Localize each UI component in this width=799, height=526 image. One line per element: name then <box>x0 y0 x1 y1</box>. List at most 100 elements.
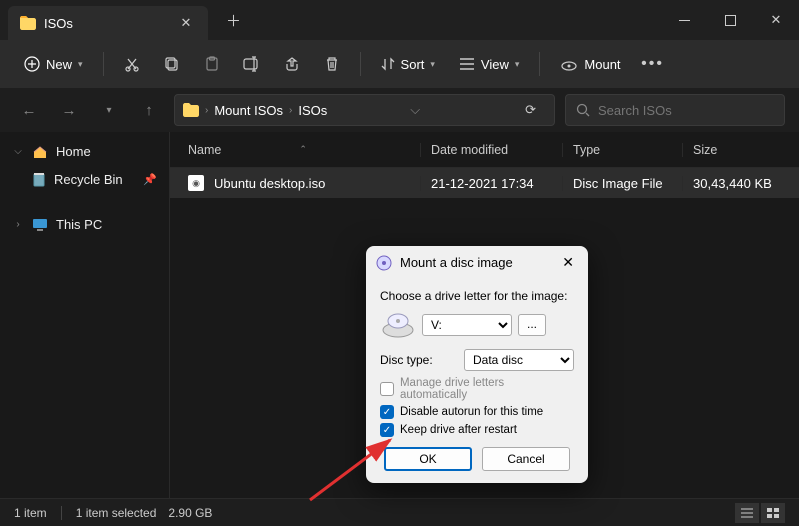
window-tab[interactable]: ISOs ✕ <box>8 6 208 40</box>
mount-button[interactable]: Mount <box>550 51 630 78</box>
sort-label: Sort <box>401 57 425 72</box>
checkbox-label: Disable autorun for this time <box>400 406 543 418</box>
copy-icon <box>164 56 180 72</box>
breadcrumb-item[interactable]: Mount ISOs <box>214 103 283 118</box>
sort-button[interactable]: Sort ▾ <box>371 51 445 78</box>
disc-type-label: Disc type: <box>380 353 433 367</box>
column-size[interactable]: Size <box>682 143 799 157</box>
breadcrumb-item[interactable]: ISOs <box>298 103 327 118</box>
rename-button[interactable] <box>234 46 270 82</box>
checkbox-icon: ✓ <box>380 382 394 396</box>
dialog-body: Choose a drive letter for the image: V: … <box>366 279 588 483</box>
dialog-close-button[interactable]: ✕ <box>558 254 578 271</box>
sidebar: ⌵ Home Recycle Bin 📌 › This PC <box>0 132 170 498</box>
list-icon <box>459 58 475 70</box>
toolbar-divider <box>103 52 104 76</box>
close-tab-button[interactable]: ✕ <box>176 15 196 31</box>
mount-label: Mount <box>584 57 620 72</box>
column-headers: Name⌃ Date modified Type Size <box>170 132 799 168</box>
search-input[interactable] <box>598 103 774 118</box>
recent-chevron[interactable]: ▾ <box>94 95 124 125</box>
sidebar-item-thispc[interactable]: › This PC <box>4 211 165 238</box>
sort-asc-icon: ⌃ <box>299 144 307 155</box>
view-mode-toggles <box>735 503 785 523</box>
file-date: 21-12-2021 17:34 <box>420 176 562 191</box>
sort-icon <box>381 57 395 71</box>
chevron-down-icon: ▾ <box>430 59 435 70</box>
cut-button[interactable] <box>114 46 150 82</box>
share-icon <box>284 56 300 72</box>
browse-button[interactable]: ... <box>518 314 546 336</box>
breadcrumb-dropdown[interactable]: ⌵ <box>410 102 420 118</box>
share-button[interactable] <box>274 46 310 82</box>
breadcrumb-sep: › <box>205 105 208 116</box>
disc-app-icon <box>376 255 392 271</box>
column-type[interactable]: Type <box>562 143 682 157</box>
grid-icon <box>767 508 779 518</box>
window-controls: ✕ <box>661 0 799 40</box>
close-window-button[interactable]: ✕ <box>753 0 799 40</box>
clipboard-icon <box>204 56 220 72</box>
drive-letter-select[interactable]: V: <box>422 314 512 336</box>
new-button[interactable]: New ▾ <box>14 50 93 78</box>
plus-circle-icon <box>24 56 40 72</box>
back-button[interactable]: ← <box>14 95 44 125</box>
checkbox-manage-letters[interactable]: ✓ Manage drive letters automatically <box>380 377 574 401</box>
checkbox-label: Manage drive letters automatically <box>400 377 574 401</box>
view-label: View <box>481 57 509 72</box>
chevron-down-icon: ⌵ <box>12 146 24 157</box>
sidebar-item-home[interactable]: ⌵ Home <box>4 138 165 165</box>
checkbox-label: Keep drive after restart <box>400 424 517 436</box>
delete-button[interactable] <box>314 46 350 82</box>
refresh-button[interactable]: ⟳ <box>515 102 546 118</box>
sidebar-item-recycle[interactable]: Recycle Bin 📌 <box>4 165 165 193</box>
thumbnails-view-button[interactable] <box>761 503 785 523</box>
more-button[interactable]: ••• <box>635 46 671 82</box>
column-date[interactable]: Date modified <box>420 143 562 157</box>
checkbox-keep-drive[interactable]: ✓ Keep drive after restart <box>380 423 574 437</box>
table-row[interactable]: ◉ Ubuntu desktop.iso 21-12-2021 17:34 Di… <box>170 168 799 198</box>
sidebar-item-label: Recycle Bin <box>54 172 123 187</box>
forward-button[interactable]: → <box>54 95 84 125</box>
dialog-titlebar: Mount a disc image ✕ <box>366 246 588 279</box>
chevron-right-icon: › <box>12 219 24 230</box>
iso-file-icon: ◉ <box>188 175 204 191</box>
checkbox-icon: ✓ <box>380 405 394 419</box>
paste-button[interactable] <box>194 46 230 82</box>
sidebar-item-label: This PC <box>56 217 102 232</box>
new-tab-button[interactable]: ＋ <box>226 10 241 31</box>
statusbar: 1 item 1 item selected 2.90 GB <box>0 498 799 526</box>
mount-dialog: Mount a disc image ✕ Choose a drive lett… <box>366 246 588 483</box>
up-button[interactable]: ↑ <box>134 95 164 125</box>
maximize-button[interactable] <box>707 0 753 40</box>
navbar: ← → ▾ ↑ › Mount ISOs › ISOs ⌵ ⟳ <box>0 88 799 132</box>
column-name[interactable]: Name⌃ <box>170 143 420 157</box>
chevron-down-icon: ▾ <box>78 59 83 70</box>
home-icon <box>32 145 48 159</box>
titlebar: ISOs ✕ ＋ ✕ <box>0 0 799 40</box>
status-selected: 1 item selected <box>76 506 157 520</box>
details-view-button[interactable] <box>735 503 759 523</box>
folder-icon <box>183 103 199 117</box>
mount-icon <box>560 57 578 71</box>
trash-icon <box>325 56 339 72</box>
cancel-button[interactable]: Cancel <box>482 447 570 471</box>
recycle-bin-icon <box>32 171 46 187</box>
breadcrumb[interactable]: › Mount ISOs › ISOs ⌵ ⟳ <box>174 94 555 126</box>
new-button-label: New <box>46 57 72 72</box>
checkbox-disable-autorun[interactable]: ✓ Disable autorun for this time <box>380 405 574 419</box>
toolbar-divider <box>539 52 540 76</box>
file-size: 30,43,440 KB <box>682 176 799 191</box>
minimize-button[interactable] <box>661 0 707 40</box>
status-count: 1 item <box>14 506 47 520</box>
search-icon <box>576 103 590 117</box>
ok-button[interactable]: OK <box>384 447 472 471</box>
view-button[interactable]: View ▾ <box>449 51 529 78</box>
disc-type-select[interactable]: Data disc <box>464 349 574 371</box>
copy-button[interactable] <box>154 46 190 82</box>
search-box[interactable] <box>565 94 785 126</box>
list-icon <box>741 508 753 518</box>
breadcrumb-sep: › <box>289 105 292 116</box>
file-name: Ubuntu desktop.iso <box>214 176 325 191</box>
toolbar-divider <box>360 52 361 76</box>
